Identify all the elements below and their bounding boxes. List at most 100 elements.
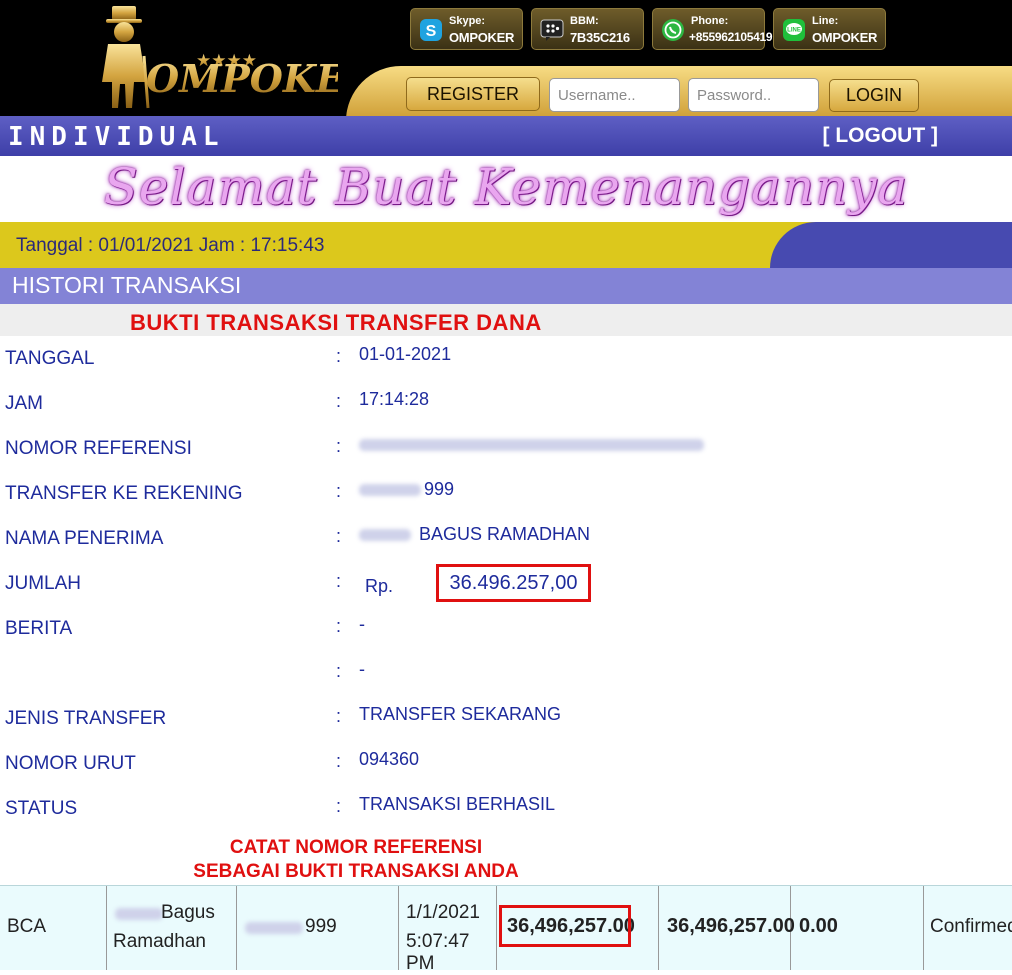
ompoker-logo[interactable]: ★★★★ OMPOKER [98, 4, 338, 114]
detail-row-sequence: NOMOR URUT : 094360 [0, 743, 1012, 787]
bbm-icon [540, 19, 564, 41]
banner-text: Selamat Buat Kemenangannya [103, 158, 909, 216]
section-header: HISTORI TRANSAKSI [0, 268, 1012, 304]
contact-label: Skype: [449, 15, 486, 27]
date-bar-accent [770, 222, 1012, 268]
register-button[interactable]: REGISTER [406, 77, 540, 111]
account-suffix: 999 [305, 916, 337, 937]
detail-label: JAM [5, 393, 43, 414]
transfer-proof: BUKTI TRANSAKSI TRANSFER DANA TANGGAL : … [0, 304, 1012, 885]
detail-row-amount: JUMLAH : Rp. 36.496.257,00 [0, 563, 1012, 607]
detail-value: - [359, 659, 365, 679]
detail-value: 999 [359, 479, 454, 500]
account-suffix: 999 [424, 479, 455, 499]
redacted-name [359, 529, 411, 542]
cell-name: Bagus Ramadhan [107, 886, 237, 970]
detail-colon: : [336, 751, 342, 771]
detail-label: STATUS [5, 798, 78, 819]
cell-fee: 0.00 [791, 886, 924, 970]
detail-row-date: TANGGAL : 01-01-2021 [0, 338, 1012, 382]
detail-value: - [359, 614, 365, 634]
detail-colon: : [336, 706, 342, 726]
detail-label: JUMLAH [5, 573, 82, 594]
login-button[interactable]: LOGIN [829, 79, 919, 112]
cell-datetime: 1/1/2021 5:07:47 PM [399, 886, 497, 974]
detail-row-transfer-type: JENIS TRANSFER : TRANSFER SEKARANG [0, 698, 1012, 742]
contact-phone[interactable]: Phone: +855962105419 [652, 8, 773, 50]
svg-text:OMPOKER: OMPOKER [146, 56, 338, 101]
detail-label: NOMOR REFERENSI [5, 438, 192, 459]
contact-skype[interactable]: S Skype: OMPOKER [410, 8, 523, 50]
tx-fee: 0.00 [799, 915, 838, 937]
detail-row-message: BERITA : - [0, 608, 1012, 652]
bank-name: BCA [7, 916, 47, 937]
svg-text:LINE: LINE [787, 28, 801, 34]
currency-label: Rp. [365, 576, 394, 596]
detail-colon: : [336, 571, 342, 591]
note-line-1: CATAT NOMOR REFERENSI [229, 837, 483, 858]
logout-link[interactable]: [ LOGOUT ] [823, 124, 938, 148]
contact-bbm[interactable]: BBM: 7B35C216 [531, 8, 644, 50]
detail-value: TRANSFER SEKARANG [359, 704, 562, 724]
detail-colon: : [336, 526, 342, 546]
detail-value: 094360 [359, 749, 420, 769]
contact-value: OMPOKER [449, 30, 515, 45]
cell-bank: BCA [0, 886, 107, 970]
detail-colon: : [336, 796, 342, 816]
detail-label: BERITA [5, 618, 73, 639]
detail-label: TANGGAL [5, 348, 95, 369]
svg-text:S: S [426, 23, 437, 40]
tx-date: 1/1/2021 [406, 902, 480, 923]
detail-colon: : [336, 616, 342, 636]
contact-value: +855962105419 [689, 30, 773, 44]
account-type-title: INDIVIDUAL [8, 122, 225, 152]
recipient-name: BAGUS RAMADHAN [419, 524, 591, 544]
redacted-reference [359, 439, 704, 452]
name-line-2: Ramadhan [113, 931, 206, 952]
date-bar: Tanggal : 01/01/2021 Jam : 17:15:43 [0, 222, 1012, 268]
password-input[interactable] [688, 78, 819, 112]
contact-label: BBM: [570, 15, 599, 27]
tx-total: 36,496,257.00 [667, 915, 795, 937]
redacted-account [245, 922, 303, 934]
detail-label: NAMA PENERIMA [5, 528, 164, 549]
transaction-table: BCA Bagus Ramadhan 999 1/1/2021 5:07:47 … [0, 885, 1012, 974]
section-title: HISTORI TRANSAKSI [12, 272, 242, 298]
contact-list: S Skype: OMPOKER BBM: 7B35C216 Phone: +8… [410, 8, 886, 50]
detail-value-redacted [359, 434, 707, 455]
contact-value: 7B35C216 [570, 30, 630, 45]
cell-total: 36,496,257.00 [659, 886, 795, 970]
detail-value: 17:14:28 [359, 389, 430, 409]
proof-title: BUKTI TRANSAKSI TRANSFER DANA [130, 310, 542, 335]
note-line-2: SEBAGAI BUKTI TRANSAKSI ANDA [193, 861, 519, 882]
detail-colon: : [336, 346, 342, 366]
detail-row-account: TRANSFER KE REKENING : 999 [0, 473, 1012, 517]
detail-colon: : [336, 391, 342, 411]
contact-label: Line: [812, 15, 839, 27]
contact-value: OMPOKER [812, 30, 878, 45]
tx-time: 5:07:47 PM [406, 931, 470, 974]
detail-label: NOMOR URUT [5, 753, 136, 774]
site-header: ★★★★ OMPOKER S Skype: OMPOKER BBM: 7B35C… [0, 0, 1012, 116]
account-bar: INDIVIDUAL [ LOGOUT ] [0, 116, 1012, 156]
detail-row-reference: NOMOR REFERENSI : [0, 428, 1012, 472]
detail-colon: : [336, 436, 342, 456]
detail-row-status: STATUS : TRANSAKSI BERHASIL [0, 788, 1012, 832]
detail-row-recipient: NAMA PENERIMA : BAGUS RAMADHAN [0, 518, 1012, 562]
amount-highlight: 36.496.257,00 [436, 564, 591, 602]
current-datetime: Tanggal : 01/01/2021 Jam : 17:15:43 [16, 235, 325, 256]
redacted-name [115, 908, 163, 920]
detail-colon: : [336, 661, 342, 681]
detail-colon: : [336, 481, 342, 501]
username-input[interactable] [549, 78, 680, 112]
whatsapp-icon [662, 19, 684, 41]
detail-row-time: JAM : 17:14:28 [0, 383, 1012, 427]
detail-label: TRANSFER KE REKENING [5, 483, 243, 504]
amount-highlight [499, 905, 631, 947]
contact-line[interactable]: LINE Line: OMPOKER [773, 8, 886, 50]
detail-row-message-2: : - [0, 653, 1012, 697]
line-icon: LINE [783, 19, 805, 41]
congrats-banner: Selamat Buat Kemenangannya [0, 156, 1012, 224]
proof-header: BUKTI TRANSAKSI TRANSFER DANA [0, 304, 1012, 336]
skype-icon: S [420, 19, 442, 41]
